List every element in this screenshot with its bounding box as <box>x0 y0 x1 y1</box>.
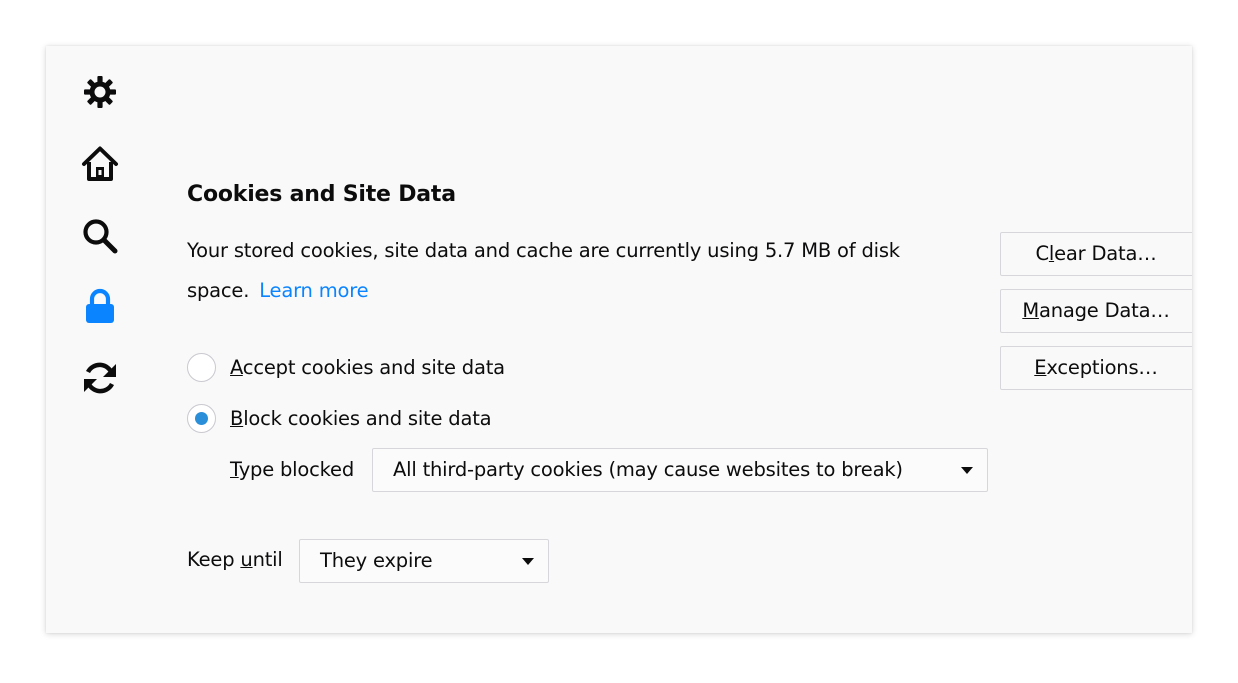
learn-more-link[interactable]: Learn more <box>259 279 368 302</box>
home-icon[interactable] <box>80 144 120 184</box>
keep-until-select[interactable]: They expire <box>299 539 549 583</box>
block-cookies-option[interactable]: Block cookies and site data <box>187 402 492 434</box>
keep-until-label: Keep until <box>187 548 283 571</box>
type-blocked-select[interactable]: All third-party cookies (may cause websi… <box>372 448 988 492</box>
block-cookies-radio[interactable] <box>187 403 216 433</box>
section-title: Cookies and Site Data <box>187 182 456 207</box>
exceptions-button[interactable]: Exceptions… <box>1000 346 1192 390</box>
chevron-down-icon <box>961 467 973 474</box>
accept-cookies-label: Accept cookies and site data <box>230 355 505 379</box>
preferences-panel: Cookies and Site Data Your stored cookie… <box>46 46 1192 633</box>
sync-icon[interactable] <box>80 358 120 398</box>
type-blocked-value: All third-party cookies (may cause websi… <box>393 458 903 481</box>
manage-data-button[interactable]: Manage Data… <box>1000 289 1192 333</box>
clear-data-button[interactable]: Clear Data… <box>1000 232 1192 276</box>
gear-icon[interactable] <box>80 72 120 112</box>
accept-cookies-option[interactable]: Accept cookies and site data <box>187 351 505 383</box>
search-icon[interactable] <box>80 216 120 256</box>
chevron-down-icon <box>522 558 534 565</box>
block-cookies-label: Block cookies and site data <box>230 406 492 430</box>
accept-cookies-radio[interactable] <box>187 352 216 382</box>
storage-description: Your stored cookies, site data and cache… <box>187 231 977 311</box>
type-blocked-label: Type blocked <box>230 458 355 481</box>
keep-until-value: They expire <box>320 549 433 572</box>
lock-icon[interactable] <box>80 286 120 326</box>
